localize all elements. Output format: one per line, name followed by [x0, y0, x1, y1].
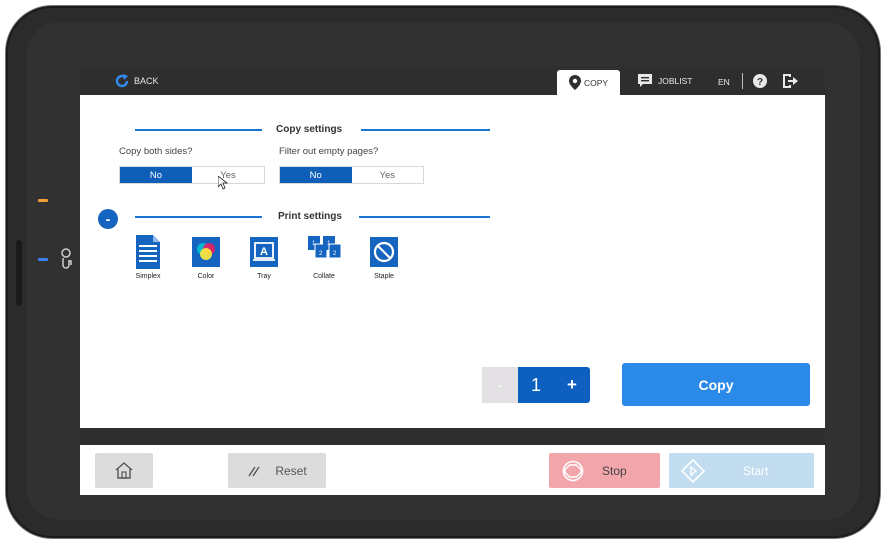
color-icon	[192, 237, 220, 267]
svg-text:?: ?	[757, 77, 763, 88]
back-button[interactable]: BACK	[114, 73, 159, 89]
collate-icon: 1 2 1 2	[308, 236, 341, 259]
reset-label: Reset	[275, 463, 307, 478]
copy-settings-title: Copy settings	[276, 124, 343, 135]
filter-empty-pages-toggle: No Yes	[279, 166, 424, 184]
staple-icon	[370, 237, 398, 267]
stop-icon	[562, 460, 584, 481]
tab-joblist[interactable]: JOBLIST	[638, 74, 692, 87]
side-button[interactable]	[16, 240, 22, 306]
quantity-decrease-button[interactable]: -	[482, 367, 518, 403]
copy-settings-line-left	[135, 129, 262, 131]
bottom-action-bar: Reset Stop Start	[80, 445, 825, 495]
back-label: BACK	[134, 76, 159, 86]
status-led-orange	[38, 199, 48, 202]
print-setting-tray[interactable]: A Tray	[244, 234, 284, 280]
copy-both-sides-no[interactable]: No	[120, 167, 192, 183]
topbar-divider	[742, 73, 743, 89]
print-setting-simplex[interactable]: Simplex	[128, 234, 168, 280]
staple-label: Staple	[374, 273, 394, 280]
printer-screen: BACK COPY JOBLIST EN ? Copy settings Cop…	[80, 66, 825, 495]
start-icon	[681, 458, 705, 483]
mouse-cursor-icon	[218, 176, 228, 190]
collate-label: Collate	[313, 273, 335, 280]
language-selector[interactable]: EN	[718, 77, 730, 87]
refresh-back-icon	[115, 74, 129, 88]
reset-button[interactable]: Reset	[228, 453, 326, 488]
quantity-value: 1	[518, 367, 554, 403]
filter-empty-pages-label: Filter out empty pages?	[279, 146, 379, 157]
print-setting-color[interactable]: Color	[186, 234, 226, 280]
home-icon	[115, 462, 133, 479]
color-label: Color	[197, 273, 215, 280]
stop-button[interactable]: Stop	[549, 453, 660, 488]
copy-both-sides-label: Copy both sides?	[119, 146, 193, 157]
tab-copy-label: COPY	[583, 77, 609, 88]
print-settings-line-right	[359, 216, 490, 218]
tray-icon: A	[250, 237, 278, 267]
print-settings-line-left	[135, 216, 262, 218]
status-led-blue	[38, 258, 48, 261]
location-pin-icon	[568, 75, 581, 90]
eraser-icon	[248, 466, 260, 476]
logout-icon[interactable]	[782, 73, 798, 89]
copy-button[interactable]: Copy	[622, 363, 810, 406]
top-bar: BACK COPY JOBLIST EN ?	[80, 66, 825, 95]
copy-settings-line-right	[361, 129, 490, 131]
copy-both-sides-yes[interactable]: Yes	[192, 167, 264, 183]
print-settings-title: Print settings	[278, 211, 342, 222]
bottom-divider-bar	[80, 428, 825, 445]
message-list-icon	[638, 74, 652, 87]
tab-joblist-label: JOBLIST	[658, 75, 693, 86]
tray-label: Tray	[257, 273, 271, 280]
filter-empty-pages-yes[interactable]: Yes	[352, 167, 424, 183]
print-setting-collate[interactable]: 1 2 1 2 Collate	[304, 234, 344, 280]
print-settings-collapse-button[interactable]: -	[98, 209, 118, 229]
print-setting-staple[interactable]: Staple	[364, 234, 404, 280]
home-button[interactable]	[95, 453, 153, 488]
tab-copy[interactable]: COPY	[557, 70, 620, 95]
quantity-increase-button[interactable]: +	[554, 367, 590, 403]
touch-wake-icon[interactable]	[55, 247, 77, 271]
filter-empty-pages-no[interactable]: No	[280, 167, 352, 183]
start-label: Start	[743, 463, 769, 478]
simplex-label: Simplex	[135, 273, 161, 280]
start-button[interactable]: Start	[669, 453, 814, 488]
svg-text:A: A	[260, 246, 268, 258]
help-icon[interactable]: ?	[753, 74, 767, 88]
copy-both-sides-toggle: No Yes	[119, 166, 265, 184]
simplex-icon	[136, 235, 160, 269]
stop-label: Stop	[602, 463, 627, 478]
